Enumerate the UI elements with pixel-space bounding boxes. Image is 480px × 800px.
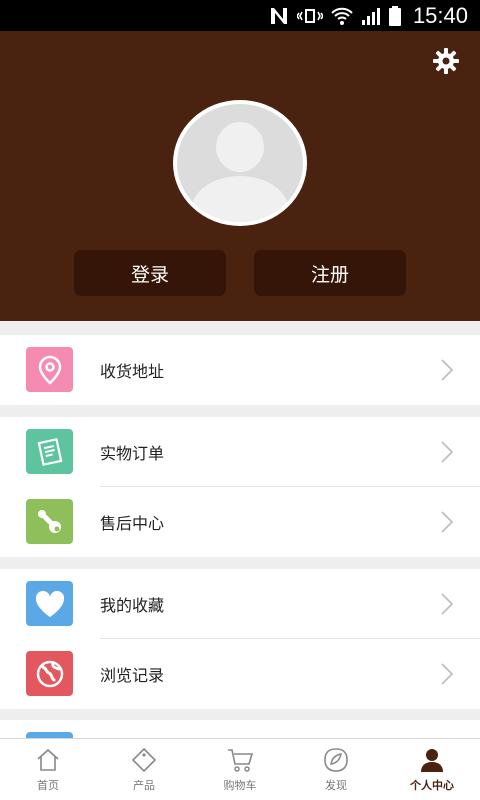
tab-home[interactable]: 首页 [0,739,96,800]
tab-products[interactable]: 产品 [96,739,192,800]
person-icon [421,749,443,772]
vibrate-icon [296,8,323,23]
wrench-icon [26,499,73,544]
avatar[interactable] [173,100,307,226]
login-button[interactable]: 登录 [74,250,226,296]
wifi-icon [331,7,353,25]
tab-cart[interactable]: 购物车 [192,739,288,800]
chevron-right-icon [441,359,454,381]
cart-icon [228,749,254,772]
status-bar: 15:40 [0,0,480,31]
menu-group-orders: 实物订单 售后中心 [0,417,480,557]
tab-label: 首页 [37,779,59,792]
battery-icon [388,5,401,26]
nfc-icon [270,7,287,24]
home-icon [37,748,59,771]
bottom-tab-bar: 首页 产品 购物车 发现 个人中心 [0,738,480,800]
menu-item-history[interactable]: 浏览记录 [0,639,480,709]
menu-item-label: 实物订单 [100,444,165,463]
tab-label: 产品 [133,779,155,792]
menu-item-label: 我的收藏 [100,596,165,615]
status-time: 15:40 [412,2,468,28]
status-icons: 15:40 [269,0,468,31]
globe-icon [26,651,73,696]
menu-group-partial [0,720,480,738]
chevron-right-icon [441,441,454,463]
chevron-right-icon [441,593,454,615]
heart-icon [26,581,73,626]
register-button[interactable]: 注册 [254,250,406,296]
menu-group-favorites: 我的收藏 浏览记录 [0,569,480,709]
menu-item-favorites[interactable]: 我的收藏 [0,569,480,639]
menu-item-after-sales[interactable]: 售后中心 [0,487,480,557]
tag-icon [131,747,157,773]
menu-item-address[interactable]: 收货地址 [0,335,480,405]
tab-profile[interactable]: 个人中心 [384,739,480,800]
chevron-right-icon [441,663,454,685]
order-list-icon [26,429,73,474]
menu-item-label: 浏览记录 [100,666,165,685]
tab-label: 个人中心 [410,779,454,792]
location-pin-icon [26,347,73,392]
signal-icon [361,7,380,25]
tab-label: 发现 [325,779,347,792]
menu-item-label: 售后中心 [100,514,165,533]
discover-icon [324,748,348,772]
tab-label: 购物车 [223,779,257,792]
menu-item-orders[interactable]: 实物订单 [0,417,480,487]
profile-header: 登录 注册 [0,31,480,321]
tab-discover[interactable]: 发现 [288,739,384,800]
menu-item-label: 收货地址 [100,362,165,381]
menu-group-address: 收货地址 [0,335,480,405]
chevron-right-icon [441,511,454,533]
gear-icon[interactable] [432,47,460,75]
avatar-placeholder-icon [177,104,303,222]
